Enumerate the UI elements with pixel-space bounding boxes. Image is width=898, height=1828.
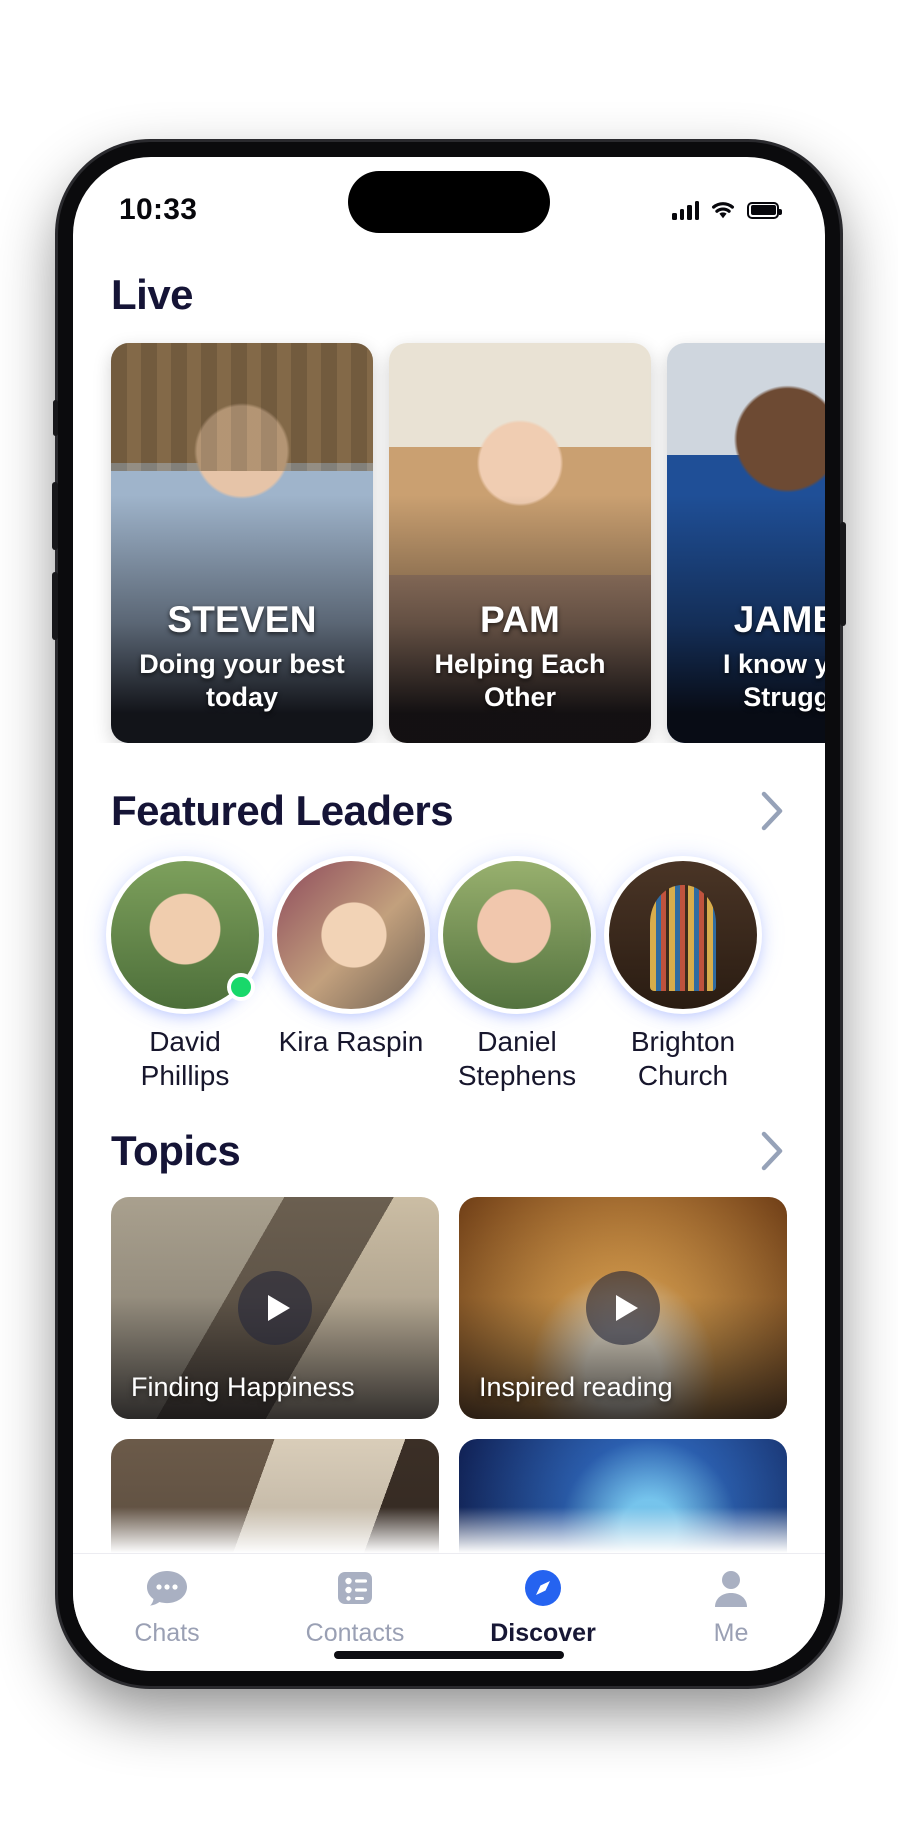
tab-chats[interactable]: Chats bbox=[73, 1566, 261, 1648]
leader-name: David Phillips bbox=[140, 1026, 230, 1092]
avatar[interactable] bbox=[111, 861, 259, 1009]
leader-item[interactable]: David Phillips bbox=[111, 861, 259, 1093]
volume-up-button[interactable] bbox=[52, 482, 58, 550]
status-bar-indicators bbox=[672, 200, 782, 220]
home-indicator[interactable] bbox=[334, 1651, 564, 1659]
topic-card[interactable]: Inspired reading bbox=[459, 1197, 787, 1420]
live-card-subtitle: Helping Each Other bbox=[434, 648, 606, 713]
play-icon[interactable] bbox=[586, 1271, 660, 1346]
live-title: Live bbox=[111, 271, 194, 318]
chevron-right-icon[interactable] bbox=[757, 791, 787, 831]
avatar-image bbox=[609, 861, 757, 1009]
featured-leaders-title: Featured Leaders bbox=[111, 787, 454, 834]
play-icon[interactable] bbox=[238, 1271, 312, 1346]
live-section-header: Live bbox=[73, 271, 825, 319]
power-button[interactable] bbox=[840, 522, 846, 626]
tab-label: Me bbox=[713, 1619, 749, 1647]
leader-item[interactable]: Kira Raspin bbox=[277, 861, 425, 1093]
phone-screen: 10:33 Live STEVEN Doing your best today … bbox=[73, 157, 825, 1671]
topic-card-label: Inspired reading bbox=[479, 1372, 673, 1403]
tab-label: Chats bbox=[134, 1619, 200, 1647]
tab-label: Contacts bbox=[305, 1619, 405, 1647]
leader-item[interactable]: Daniel Stephens bbox=[443, 861, 591, 1093]
tab-label: Discover bbox=[490, 1619, 596, 1647]
live-card-name: STEVEN bbox=[167, 598, 317, 640]
leader-name: Kira Raspin bbox=[278, 1026, 424, 1057]
live-card-text: JAMES I know your Struggle bbox=[667, 601, 825, 716]
topic-card-label: Finding Happiness bbox=[131, 1372, 355, 1403]
status-bar: 10:33 bbox=[73, 157, 825, 243]
mute-switch[interactable] bbox=[53, 400, 58, 436]
cellular-signal-icon bbox=[672, 200, 699, 220]
topics-title: Topics bbox=[111, 1127, 241, 1175]
tab-discover[interactable]: Discover bbox=[449, 1566, 637, 1648]
contacts-list-icon bbox=[335, 1566, 375, 1610]
battery-full-icon bbox=[747, 201, 782, 219]
leader-item[interactable]: Brighton Church bbox=[609, 861, 757, 1093]
status-bar-time: 10:33 bbox=[119, 193, 198, 226]
chevron-right-icon[interactable] bbox=[757, 1132, 787, 1171]
live-card-name: JAMES bbox=[733, 598, 825, 640]
tab-me[interactable]: Me bbox=[637, 1566, 825, 1648]
live-card[interactable]: PAM Helping Each Other bbox=[389, 343, 651, 743]
live-card[interactable]: STEVEN Doing your best today bbox=[111, 343, 373, 743]
avatar[interactable] bbox=[609, 861, 757, 1009]
featured-leaders-list[interactable]: David Phillips Kira Raspin Daniel Stephe… bbox=[73, 835, 825, 1093]
volume-down-button[interactable] bbox=[52, 572, 58, 640]
person-icon bbox=[711, 1566, 751, 1610]
leader-name: Daniel Stephens bbox=[457, 1026, 577, 1092]
live-card-text: PAM Helping Each Other bbox=[389, 601, 651, 716]
compass-icon bbox=[521, 1566, 565, 1610]
screenshot-stage: 10:33 Live STEVEN Doing your best today … bbox=[0, 0, 898, 1828]
discover-content: Live STEVEN Doing your best today PAM He… bbox=[73, 243, 825, 1671]
wifi-icon bbox=[710, 200, 736, 220]
live-card-name: PAM bbox=[479, 598, 561, 640]
live-card[interactable]: JAMES I know your Struggle bbox=[667, 343, 825, 743]
live-card-subtitle: I know your Struggle bbox=[722, 648, 825, 713]
avatar[interactable] bbox=[277, 861, 425, 1009]
phone-device-frame: 10:33 Live STEVEN Doing your best today … bbox=[52, 142, 846, 1686]
chat-bubble-icon bbox=[144, 1566, 190, 1610]
featured-leaders-header[interactable]: Featured Leaders bbox=[73, 787, 825, 835]
topics-header[interactable]: Topics bbox=[73, 1127, 825, 1175]
avatar-image bbox=[443, 861, 591, 1009]
avatar[interactable] bbox=[443, 861, 591, 1009]
live-card-subtitle: Doing your best today bbox=[139, 648, 345, 713]
topic-card[interactable]: Finding Happiness bbox=[111, 1197, 439, 1420]
dynamic-island bbox=[348, 171, 550, 233]
live-carousel[interactable]: STEVEN Doing your best today PAM Helping… bbox=[73, 319, 825, 743]
leader-name: Brighton Church bbox=[630, 1026, 736, 1092]
online-status-dot bbox=[227, 973, 255, 1001]
avatar-image bbox=[277, 861, 425, 1009]
live-card-text: STEVEN Doing your best today bbox=[111, 601, 373, 716]
tab-contacts[interactable]: Contacts bbox=[261, 1566, 449, 1648]
